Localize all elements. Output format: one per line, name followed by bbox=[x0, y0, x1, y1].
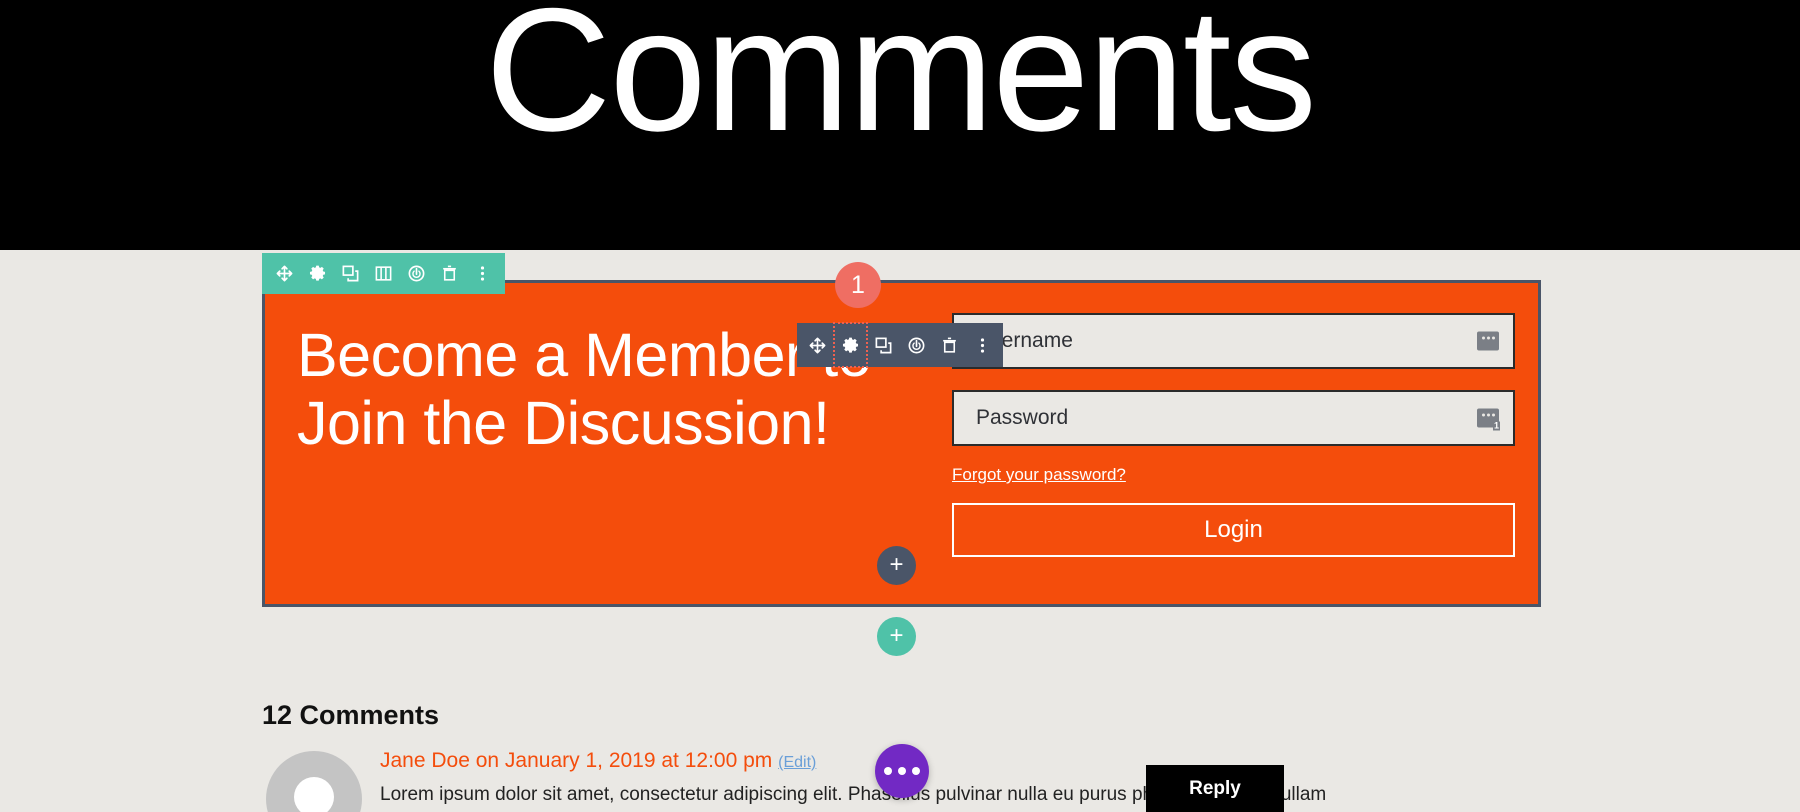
more-options-button[interactable] bbox=[875, 744, 929, 798]
login-button[interactable]: Login bbox=[952, 503, 1515, 557]
status-badge: 1 bbox=[835, 262, 881, 308]
gear-icon[interactable] bbox=[833, 322, 868, 368]
plus-icon: + bbox=[889, 550, 904, 578]
module-toolbar[interactable] bbox=[797, 322, 1003, 368]
power-icon[interactable] bbox=[400, 253, 433, 294]
page-root: Comments Become a Member to Join the Dis… bbox=[0, 0, 1800, 812]
trash-icon[interactable] bbox=[933, 323, 966, 367]
avatar bbox=[266, 751, 362, 812]
move-icon[interactable] bbox=[268, 253, 301, 294]
password-manager-icon[interactable] bbox=[1477, 331, 1499, 351]
password-manager-icon[interactable]: 1 bbox=[1477, 408, 1500, 431]
promo-column: Become a Member to Join the Discussion! bbox=[265, 283, 955, 458]
move-icon[interactable] bbox=[801, 323, 834, 367]
kebab-menu-icon[interactable] bbox=[966, 323, 999, 367]
add-section-button[interactable]: + bbox=[877, 617, 916, 656]
gear-icon[interactable] bbox=[301, 253, 334, 294]
forgot-password-link[interactable]: Forgot your password? bbox=[952, 465, 1126, 485]
columns-icon[interactable] bbox=[367, 253, 400, 294]
reply-button[interactable]: Reply bbox=[1146, 765, 1284, 812]
kebab-menu-icon[interactable] bbox=[466, 253, 499, 294]
section-toolbar[interactable] bbox=[262, 253, 505, 294]
comments-count: 12 Comments bbox=[262, 700, 440, 730]
login-form: Username Password 1 Forgot your password… bbox=[952, 313, 1515, 557]
more-options-icon bbox=[884, 767, 920, 775]
comment-edit-link[interactable]: (Edit) bbox=[778, 754, 816, 771]
add-module-button[interactable]: + bbox=[877, 546, 916, 585]
power-icon[interactable] bbox=[900, 323, 933, 367]
duplicate-icon[interactable] bbox=[867, 323, 900, 367]
username-field[interactable]: Username bbox=[952, 313, 1515, 369]
password-placeholder: Password bbox=[976, 406, 1069, 429]
page-title: Comments bbox=[484, 0, 1317, 168]
comment-meta: Jane Doe on January 1, 2019 at 12:00 pm … bbox=[380, 749, 1542, 773]
comment-author-date: Jane Doe on January 1, 2019 at 12:00 pm bbox=[380, 749, 773, 772]
trash-icon[interactable] bbox=[433, 253, 466, 294]
password-field[interactable]: Password 1 bbox=[952, 390, 1515, 446]
duplicate-icon[interactable] bbox=[334, 253, 367, 294]
plus-icon: + bbox=[889, 621, 904, 649]
hero-banner: Comments bbox=[0, 0, 1800, 250]
